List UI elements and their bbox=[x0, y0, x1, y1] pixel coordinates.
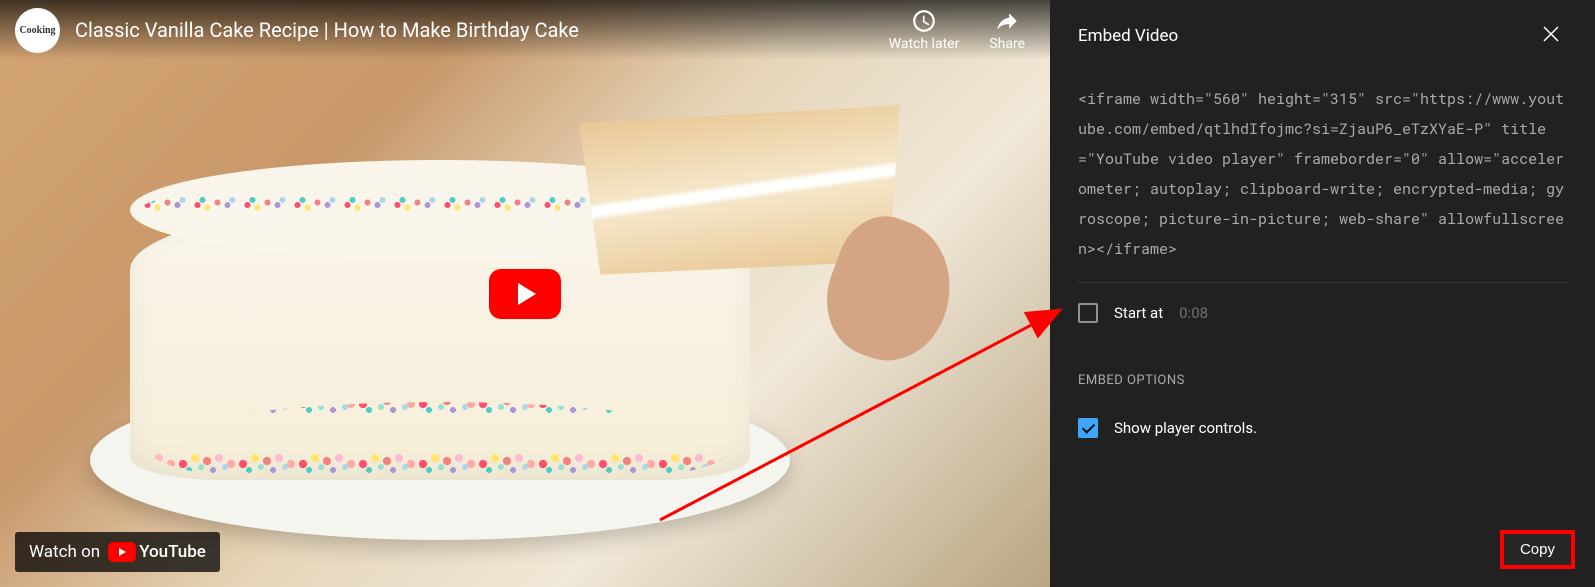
show-controls-label: Show player controls. bbox=[1114, 419, 1257, 437]
embed-panel: Embed Video <iframe width="560" height="… bbox=[1050, 0, 1595, 587]
panel-title: Embed Video bbox=[1078, 26, 1178, 46]
panel-body[interactable]: <iframe width="560" height="315" src="ht… bbox=[1050, 72, 1595, 587]
channel-avatar[interactable]: Cooking bbox=[15, 8, 60, 53]
show-controls-checkbox[interactable] bbox=[1078, 418, 1098, 438]
header-actions: Watch later Share bbox=[889, 8, 1025, 52]
play-icon bbox=[518, 283, 536, 305]
share-label: Share bbox=[989, 36, 1025, 52]
video-header: Cooking Classic Vanilla Cake Recipe | Ho… bbox=[0, 0, 1050, 60]
panel-header: Embed Video bbox=[1050, 0, 1595, 72]
youtube-logo: YouTube bbox=[108, 542, 206, 562]
platform-name: YouTube bbox=[139, 542, 206, 562]
share-icon bbox=[994, 8, 1020, 34]
video-player: Cooking Classic Vanilla Cake Recipe | Ho… bbox=[0, 0, 1050, 587]
start-at-time: 0:08 bbox=[1179, 304, 1208, 322]
clock-icon bbox=[911, 8, 937, 34]
show-controls-row: Show player controls. bbox=[1078, 408, 1567, 448]
start-at-row: Start at 0:08 bbox=[1078, 283, 1567, 343]
play-button[interactable] bbox=[489, 269, 561, 319]
youtube-icon bbox=[108, 542, 136, 562]
embed-code-textarea[interactable]: <iframe width="560" height="315" src="ht… bbox=[1078, 72, 1567, 283]
watch-later-button[interactable]: Watch later bbox=[889, 8, 960, 52]
close-button[interactable] bbox=[1535, 18, 1567, 54]
watch-on-youtube-button[interactable]: Watch on YouTube bbox=[15, 532, 220, 572]
watch-later-label: Watch later bbox=[889, 36, 960, 52]
share-button[interactable]: Share bbox=[989, 8, 1025, 52]
start-at-label: Start at bbox=[1114, 304, 1163, 322]
copy-button[interactable]: Copy bbox=[1500, 530, 1575, 569]
close-icon bbox=[1539, 22, 1563, 46]
video-title[interactable]: Classic Vanilla Cake Recipe | How to Mak… bbox=[75, 18, 889, 42]
watch-on-label: Watch on bbox=[29, 542, 100, 562]
channel-logo-text: Cooking bbox=[19, 25, 55, 36]
start-at-checkbox[interactable] bbox=[1078, 303, 1098, 323]
embed-options-heading: EMBED OPTIONS bbox=[1078, 373, 1567, 388]
